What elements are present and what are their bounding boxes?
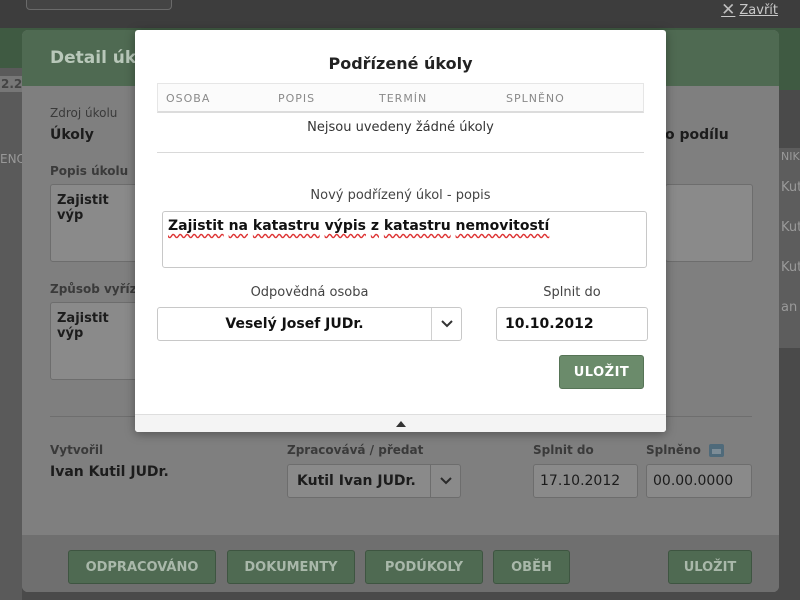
due-date-value: 10.10.2012 [505, 316, 594, 332]
new-subtask-description-input[interactable]: Zajistit na katastru výpis z katastru ne… [162, 211, 647, 268]
responsible-person-select[interactable]: Veselý Josef JUDr. [157, 307, 462, 341]
background-table-left: 2.2 ENO [0, 68, 26, 600]
close-link[interactable]: ✕ Zavřít [721, 2, 778, 19]
assignee-value: Kutil Ivan JUDr. [297, 473, 416, 489]
text-word: nemovitostí [455, 218, 550, 234]
background-fragment: Kuti [781, 220, 800, 235]
description-field[interactable]: Zajistit výp [50, 184, 140, 262]
created-by-label: Vytvořil [50, 443, 104, 457]
assignee-select[interactable]: Kutil Ivan JUDr. [287, 464, 461, 498]
due-date-value: 17.10.2012 [540, 473, 621, 489]
text-word: Zajistit [168, 218, 224, 234]
documents-button[interactable]: DOKUMENTY [227, 550, 355, 584]
background-fragment: NIK [781, 150, 800, 163]
completed-label: Splněno [646, 443, 725, 457]
description-value: Zajistit výp [57, 193, 109, 223]
description-label: Popis úkolu [50, 164, 129, 178]
resolution-value: Zajistit výp [57, 311, 109, 341]
completed-date-value: 00.00.0000 [653, 473, 734, 489]
text-word: z [370, 218, 379, 234]
save-button[interactable]: ULOŽIT [668, 550, 752, 584]
workflow-button[interactable]: OBĚH [493, 550, 570, 584]
subtasks-table-header: OSOBA POPIS TERMÍN SPLNĚNO [157, 83, 644, 113]
share-label: o podílu [665, 127, 729, 143]
close-label[interactable]: Zavřít [739, 3, 778, 18]
text-word: katastru [252, 218, 320, 234]
chevron-up-icon[interactable] [395, 420, 406, 427]
subtasks-modal: Podřízené úkoly OSOBA POPIS TERMÍN SPLNĚ… [135, 30, 666, 432]
column-header-completed: SPLNĚNO [506, 92, 565, 105]
worked-off-button[interactable]: ODPRACOVÁNO [68, 550, 216, 584]
created-by-value: Ivan Kutil JUDr. [50, 464, 169, 480]
calendar-icon[interactable] [709, 444, 725, 457]
background-fragment: Kuti [781, 260, 800, 275]
assignee-label: Zpracovává / předat [287, 443, 424, 457]
column-header-deadline: TERMÍN [379, 92, 428, 105]
search-input[interactable] [26, 0, 172, 10]
top-bar: ✕ Zavřít [0, 0, 800, 28]
detail-title: Detail úko [50, 48, 148, 68]
completed-date-input[interactable]: 00.00.0000 [646, 464, 752, 498]
column-header-person: OSOBA [166, 92, 211, 105]
source-label: Zdroj úkolu [50, 106, 118, 120]
resolution-label: Způsob vyříze [50, 282, 145, 296]
text-word: výpis [324, 218, 366, 234]
background-table-right: NIK Kuti Kuti Kuti an [779, 148, 800, 348]
responsible-person-label: Odpovědná osoba [250, 285, 369, 300]
text-word: na [228, 218, 249, 234]
completed-label-text: Splněno [646, 443, 701, 457]
background-fragment: Kuti [781, 180, 800, 195]
close-icon[interactable]: ✕ [721, 2, 735, 19]
empty-table-message: Nejsou uvedeny žádné úkoly [307, 120, 494, 135]
due-date-label: Splnit do [533, 443, 594, 457]
description-field-right[interactable] [665, 184, 753, 262]
due-date-input[interactable]: 10.10.2012 [496, 307, 648, 341]
responsible-person-value: Veselý Josef JUDr. [225, 316, 364, 332]
modal-title: Podřízené úkoly [328, 54, 473, 73]
collapse-toggle[interactable] [135, 414, 666, 432]
resolution-field[interactable]: Zajistit výp [50, 302, 140, 380]
divider [157, 152, 644, 153]
due-date-input[interactable]: 17.10.2012 [533, 464, 638, 498]
new-subtask-label: Nový podřízený úkol - popis [310, 188, 491, 203]
detail-footer: ODPRACOVÁNO DOKUMENTY PODÚKOLY OBĚH ULOŽ… [22, 535, 779, 592]
save-subtask-button[interactable]: ULOŽIT [559, 355, 644, 389]
column-header-description: POPIS [278, 92, 316, 105]
background-fragment: an [781, 300, 798, 315]
background-fragment: 2.2 [0, 76, 24, 92]
chevron-down-icon[interactable] [431, 308, 461, 340]
source-value: Úkoly [50, 127, 94, 143]
chevron-down-icon[interactable] [430, 465, 460, 497]
text-word: katastru [383, 218, 451, 234]
due-date-label: Splnit do [543, 285, 601, 300]
subtasks-button[interactable]: PODÚKOLY [365, 550, 483, 584]
